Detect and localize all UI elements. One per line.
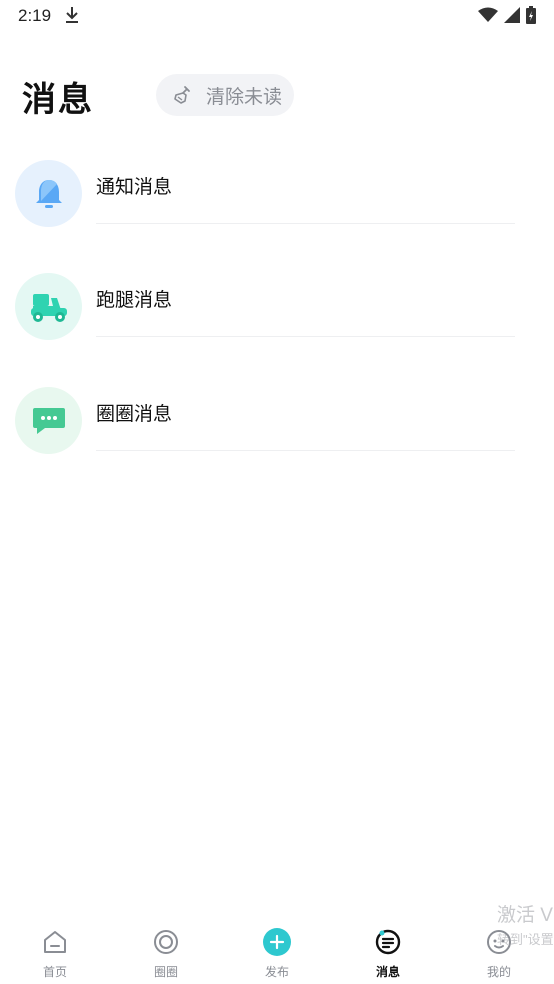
battery-icon bbox=[526, 6, 536, 24]
list-item-label: 圈圈消息 bbox=[96, 404, 173, 425]
circle-icon bbox=[154, 930, 178, 954]
tab-circle[interactable]: 圈圈 bbox=[111, 920, 221, 984]
divider bbox=[96, 450, 515, 451]
divider bbox=[96, 336, 515, 337]
tab-label: 圈圈 bbox=[153, 965, 178, 979]
message-icon bbox=[375, 929, 401, 955]
tab-label: 首页 bbox=[42, 965, 67, 979]
notification-avatar bbox=[15, 160, 82, 227]
tab-label: 消息 bbox=[375, 965, 400, 979]
list-item-notification[interactable]: 通知消息 bbox=[0, 160, 554, 260]
status-time: 2:19 bbox=[18, 6, 52, 25]
bell-icon bbox=[35, 179, 62, 208]
circle-avatar bbox=[15, 387, 82, 454]
system-icons bbox=[478, 6, 536, 24]
signal-icon bbox=[504, 7, 520, 23]
list-item-label: 跑腿消息 bbox=[96, 290, 173, 311]
divider bbox=[96, 223, 515, 224]
page-title: 消息 bbox=[22, 81, 94, 119]
list-item-errand[interactable]: 跑腿消息 bbox=[0, 273, 554, 373]
errand-avatar bbox=[15, 273, 82, 340]
list-item-circle[interactable]: 圈圈消息 bbox=[0, 387, 554, 487]
list-item-label: 通知消息 bbox=[96, 177, 173, 198]
tab-profile[interactable]: 我的 bbox=[444, 920, 554, 984]
tab-messages[interactable]: 消息 bbox=[333, 920, 443, 984]
broom-icon bbox=[174, 86, 190, 104]
download-icon bbox=[66, 7, 78, 23]
tab-label: 发布 bbox=[264, 965, 289, 979]
scooter-icon bbox=[30, 293, 67, 322]
clear-unread-button[interactable]: 清除未读 bbox=[156, 74, 294, 116]
tab-home[interactable]: 首页 bbox=[0, 920, 110, 984]
bottom-tab-bar: 首页 圈圈 发布 消息 我的 bbox=[0, 920, 554, 984]
status-bar: 2:19 bbox=[0, 0, 554, 32]
tab-publish[interactable]: 发布 bbox=[222, 920, 332, 984]
wifi-icon bbox=[478, 7, 498, 22]
home-icon bbox=[44, 931, 66, 953]
profile-icon bbox=[487, 930, 511, 954]
chat-bubble-icon bbox=[32, 407, 65, 434]
plus-icon bbox=[263, 928, 291, 956]
tab-label: 我的 bbox=[486, 965, 511, 979]
clear-unread-label: 清除未读 bbox=[206, 86, 283, 108]
